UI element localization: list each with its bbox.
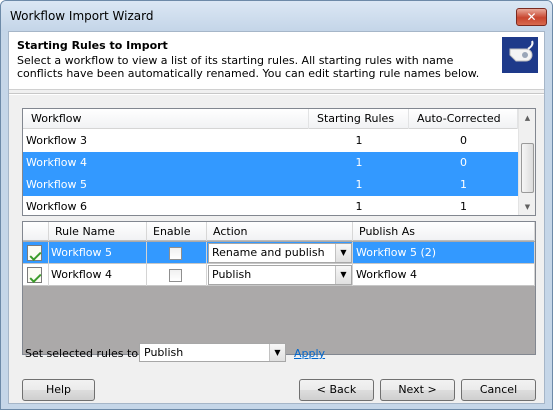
workflow-row[interactable]: Workflow 3 1 0 [23, 130, 518, 152]
workflow-grid-scrollbar[interactable]: ▲ ▼ [518, 109, 535, 215]
starting-rules-count: 1 [355, 134, 363, 147]
starting-rules-count: 1 [355, 200, 363, 213]
wizard-header: Starting Rules to Import Select a workfl… [9, 32, 544, 90]
column-header-starting-rules[interactable]: Starting Rules [309, 109, 409, 129]
action-value: Publish [212, 268, 252, 281]
workflow-row[interactable]: Workflow 5 1 1 [23, 174, 518, 196]
dropdown-arrow-icon[interactable]: ▼ [269, 344, 285, 361]
close-button[interactable]: ✕ [516, 8, 547, 26]
page-title: Starting Rules to Import [17, 39, 168, 52]
dropdown-arrow-icon[interactable]: ▼ [335, 244, 351, 262]
header-separator [9, 93, 544, 95]
column-header-icon [23, 222, 49, 241]
rules-grid-header: Rule Name Enable Action Publish As [23, 222, 535, 241]
column-header-enable[interactable]: Enable [147, 222, 207, 241]
scroll-up-icon[interactable]: ▲ [520, 110, 535, 125]
close-icon: ✕ [526, 10, 537, 24]
column-header-workflow[interactable]: Workflow [23, 109, 309, 129]
starting-rules-count: 1 [355, 156, 363, 169]
column-header-auto-corrected[interactable]: Auto-Corrected [409, 109, 518, 129]
action-value: Rename and publish [212, 246, 325, 259]
workflow-grid[interactable]: Workflow Starting Rules Auto-Corrected W… [22, 108, 536, 216]
back-button[interactable]: < Back [299, 379, 374, 401]
whistle-icon [502, 37, 538, 73]
scroll-thumb[interactable] [521, 143, 534, 193]
set-selected-dropdown[interactable]: Publish ▼ [139, 343, 286, 362]
rule-name[interactable]: Workflow 4 [49, 264, 147, 286]
rule-icon-cell [23, 264, 49, 286]
wizard-content: Starting Rules to Import Select a workfl… [8, 31, 545, 404]
rule-checklist-icon [27, 245, 42, 261]
action-cell: Publish ▼ [207, 264, 353, 286]
action-cell: Rename and publish ▼ [207, 242, 353, 264]
auto-corrected-count: 0 [460, 156, 467, 169]
cancel-button[interactable]: Cancel [461, 379, 536, 401]
dropdown-arrow-icon[interactable]: ▼ [335, 266, 351, 284]
help-button[interactable]: Help [22, 379, 95, 401]
rule-icon-cell [23, 242, 49, 264]
auto-corrected-count: 1 [460, 200, 467, 213]
publish-as[interactable]: Workflow 5 (2) [353, 242, 535, 264]
scroll-down-icon[interactable]: ▼ [520, 199, 535, 214]
set-selected-label: Set selected rules to: [25, 347, 142, 360]
starting-rules-count: 1 [355, 178, 363, 191]
workflow-name: Workflow 3 [26, 134, 88, 147]
publish-as[interactable]: Workflow 4 [353, 264, 535, 286]
rules-grid[interactable]: Rule Name Enable Action Publish As Workf… [22, 221, 536, 355]
action-dropdown[interactable]: Publish ▼ [208, 265, 352, 285]
rule-row[interactable]: Workflow 4 Publish ▼ Workflow 4 [23, 264, 535, 286]
window-title: Workflow Import Wizard [10, 9, 154, 23]
column-header-action[interactable]: Action [207, 222, 353, 241]
set-selected-value: Publish [144, 346, 184, 359]
workflow-name: Workflow 6 [26, 200, 88, 213]
wizard-window: Workflow Import Wizard ✕ Starting Rules … [0, 0, 553, 410]
title-bar: Workflow Import Wizard ✕ [1, 1, 552, 31]
column-header-rule-name[interactable]: Rule Name [49, 222, 147, 241]
column-header-publish-as[interactable]: Publish As [353, 222, 535, 241]
rule-checklist-icon [27, 267, 42, 283]
action-dropdown[interactable]: Rename and publish ▼ [208, 243, 352, 263]
apply-link[interactable]: Apply [294, 347, 325, 360]
enable-checkbox[interactable] [169, 269, 182, 282]
enable-checkbox[interactable] [169, 247, 182, 260]
workflow-name: Workflow 4 [26, 156, 88, 169]
rule-name[interactable]: Workflow 5 [49, 242, 147, 264]
rule-row[interactable]: Workflow 5 Rename and publish ▼ Workflow… [23, 242, 535, 264]
enable-cell [147, 264, 207, 286]
workflow-name: Workflow 5 [26, 178, 88, 191]
workflow-row[interactable]: Workflow 4 1 0 [23, 152, 518, 174]
page-description: Select a workflow to view a list of its … [17, 54, 480, 80]
enable-cell [147, 242, 207, 264]
workflow-grid-header: Workflow Starting Rules Auto-Corrected [23, 109, 518, 129]
auto-corrected-count: 0 [460, 134, 467, 147]
auto-corrected-count: 1 [460, 178, 467, 191]
next-button[interactable]: Next > [380, 379, 455, 401]
workflow-row[interactable]: Workflow 6 1 1 [23, 196, 518, 215]
